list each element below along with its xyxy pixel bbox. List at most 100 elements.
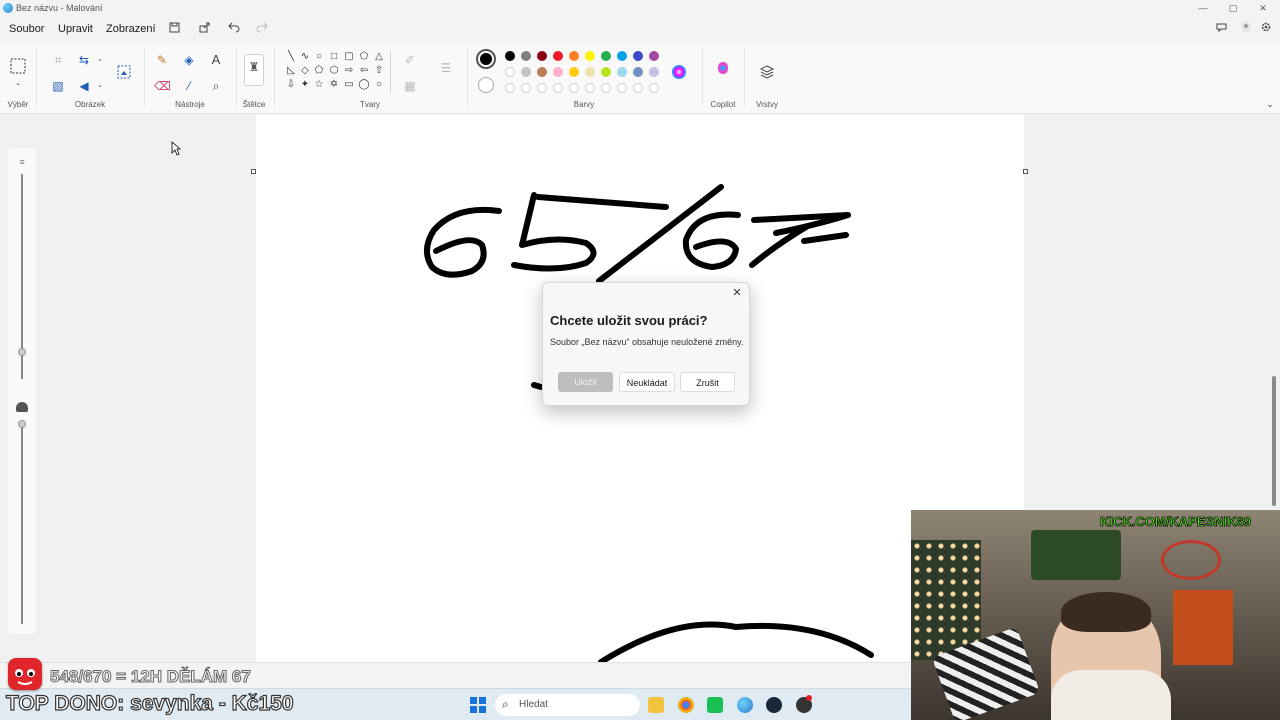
menu-edit[interactable]: Upravit	[58, 23, 93, 35]
steam-icon[interactable]	[766, 697, 782, 713]
size-slider-thumb[interactable]	[18, 348, 26, 356]
resize-icon[interactable]: ⇆	[76, 52, 92, 68]
shapes-scrollbar[interactable]	[390, 50, 391, 94]
shape-line-icon[interactable]: ╲	[285, 51, 297, 63]
share-icon[interactable]	[196, 21, 212, 37]
custom-color-slot[interactable]	[521, 83, 531, 93]
size-icon[interactable]: ☰	[438, 60, 454, 76]
color-swatch[interactable]	[617, 51, 627, 61]
color-swatch[interactable]	[633, 67, 643, 77]
shape-oval-icon[interactable]: ○	[313, 51, 325, 63]
shape-callout-rect-icon[interactable]: ▭	[343, 79, 355, 91]
opacity-slider-track[interactable]	[21, 424, 23, 624]
undo-icon[interactable]	[226, 21, 242, 37]
canvas-resize-handle[interactable]	[1023, 169, 1028, 174]
chevron-down-icon[interactable]: ⌄	[92, 52, 108, 68]
color-swatch[interactable]	[585, 51, 595, 61]
custom-color-slot[interactable]	[601, 83, 611, 93]
chevron-down-icon[interactable]: ⌄	[10, 76, 26, 92]
layers-icon[interactable]	[759, 64, 775, 80]
color-swatch[interactable]	[521, 67, 531, 77]
color-swatch[interactable]	[649, 67, 659, 77]
menu-view[interactable]: Zobrazení	[106, 23, 156, 35]
color-swatch[interactable]	[505, 51, 515, 61]
feedback-icon[interactable]	[1214, 21, 1230, 37]
color-swatch[interactable]	[537, 67, 547, 77]
custom-color-slot[interactable]	[633, 83, 643, 93]
start-windows-icon[interactable]	[470, 697, 486, 713]
shape-hexagon-icon[interactable]: ⬡	[328, 65, 340, 77]
color-swatch[interactable]	[569, 51, 579, 61]
fill-bucket-icon[interactable]: ◈	[181, 52, 197, 68]
shape-diamond-icon[interactable]: ◇	[299, 65, 311, 77]
chrome-icon[interactable]	[678, 697, 694, 713]
close-window-button[interactable]: ✕	[1248, 1, 1278, 15]
opacity-slider-thumb[interactable]	[18, 420, 26, 428]
canvas-resize-handle[interactable]	[251, 169, 256, 174]
selection-rect-icon[interactable]	[10, 58, 26, 74]
shape-curve-icon[interactable]: ∿	[299, 51, 311, 63]
shape-right-triangle-icon[interactable]: ◺	[285, 65, 297, 77]
color-swatch[interactable]	[633, 51, 643, 61]
custom-color-slot[interactable]	[585, 83, 595, 93]
maximize-button[interactable]: ▢	[1218, 1, 1248, 15]
save-button[interactable]: Uložit	[558, 372, 613, 392]
color-swatch[interactable]	[601, 51, 611, 61]
shape-polygon-icon[interactable]: ⬠	[358, 51, 370, 63]
pencil-icon[interactable]: ✎	[154, 52, 170, 68]
dialog-close-button[interactable]: ✕	[729, 285, 745, 301]
custom-color-slot[interactable]	[537, 83, 547, 93]
text-tool-icon[interactable]: A	[208, 52, 224, 68]
color-swatch[interactable]	[601, 67, 611, 77]
custom-color-slot[interactable]	[569, 83, 579, 93]
kick-app-icon[interactable]	[707, 697, 723, 713]
secondary-color-button[interactable]	[478, 77, 494, 93]
shape-star5-icon[interactable]: ☆	[313, 79, 325, 91]
edit-colors-icon[interactable]	[671, 64, 687, 80]
shape-arrow-down-icon[interactable]: ⇩	[285, 79, 297, 91]
cancel-button[interactable]: Zrušit	[680, 372, 735, 392]
color-picker-icon[interactable]: ⁄	[181, 78, 197, 94]
color-swatch[interactable]	[649, 51, 659, 61]
custom-color-slot[interactable]	[617, 83, 627, 93]
outline-icon[interactable]: ✐	[402, 52, 418, 68]
image-select-icon[interactable]	[116, 64, 132, 80]
settings-gear-icon[interactable]	[1258, 21, 1274, 37]
account-icon[interactable]	[1238, 21, 1254, 37]
shape-triangle-icon[interactable]: △	[373, 51, 385, 63]
shape-star6-icon[interactable]: ✡	[328, 79, 340, 91]
color-swatch[interactable]	[553, 51, 563, 61]
file-explorer-icon[interactable]	[648, 697, 664, 713]
color-swatch[interactable]	[521, 51, 531, 61]
paint-taskbar-icon[interactable]	[737, 697, 753, 713]
shape-callout-oval-icon[interactable]: ◯	[358, 79, 370, 91]
minimize-button[interactable]: —	[1188, 1, 1218, 15]
eraser-icon[interactable]: ⌫	[154, 78, 171, 94]
save-icon[interactable]	[166, 21, 182, 37]
color-swatch[interactable]	[505, 67, 515, 77]
custom-color-slot[interactable]	[505, 83, 515, 93]
shape-callout-cloud-icon[interactable]: ○	[373, 79, 385, 91]
chevron-down-icon[interactable]: ⌄	[92, 78, 108, 94]
primary-color-button[interactable]	[476, 49, 496, 69]
crop-icon[interactable]: ⌗	[50, 52, 66, 68]
dont-save-button[interactable]: Neukládat	[619, 372, 675, 392]
color-swatch[interactable]	[553, 67, 563, 77]
menu-file[interactable]: Soubor	[9, 23, 44, 35]
collapse-ribbon-icon[interactable]: ⌄	[1262, 96, 1278, 112]
taskbar-search-box[interactable]: ⌕ Hledat	[495, 694, 640, 716]
fill-icon[interactable]: ▦	[402, 78, 418, 94]
shape-arrow-right-icon[interactable]: ⇨	[343, 65, 355, 77]
brush-selector-button[interactable]: ♜	[244, 54, 264, 86]
color-swatch[interactable]	[585, 67, 595, 77]
shape-arrow-up-icon[interactable]: ⇧	[373, 65, 385, 77]
shape-arrow-left-icon[interactable]: ⇦	[358, 65, 370, 77]
color-swatch[interactable]	[569, 67, 579, 77]
custom-color-slot[interactable]	[553, 83, 563, 93]
color-swatch[interactable]	[617, 67, 627, 77]
custom-color-slot[interactable]	[649, 83, 659, 93]
vertical-scrollbar[interactable]	[1272, 376, 1276, 506]
rotate-icon[interactable]: ◀	[76, 78, 92, 94]
background-remove-icon[interactable]: ▧	[50, 78, 66, 94]
shape-rounded-rectangle-icon[interactable]: ▢	[343, 51, 355, 63]
